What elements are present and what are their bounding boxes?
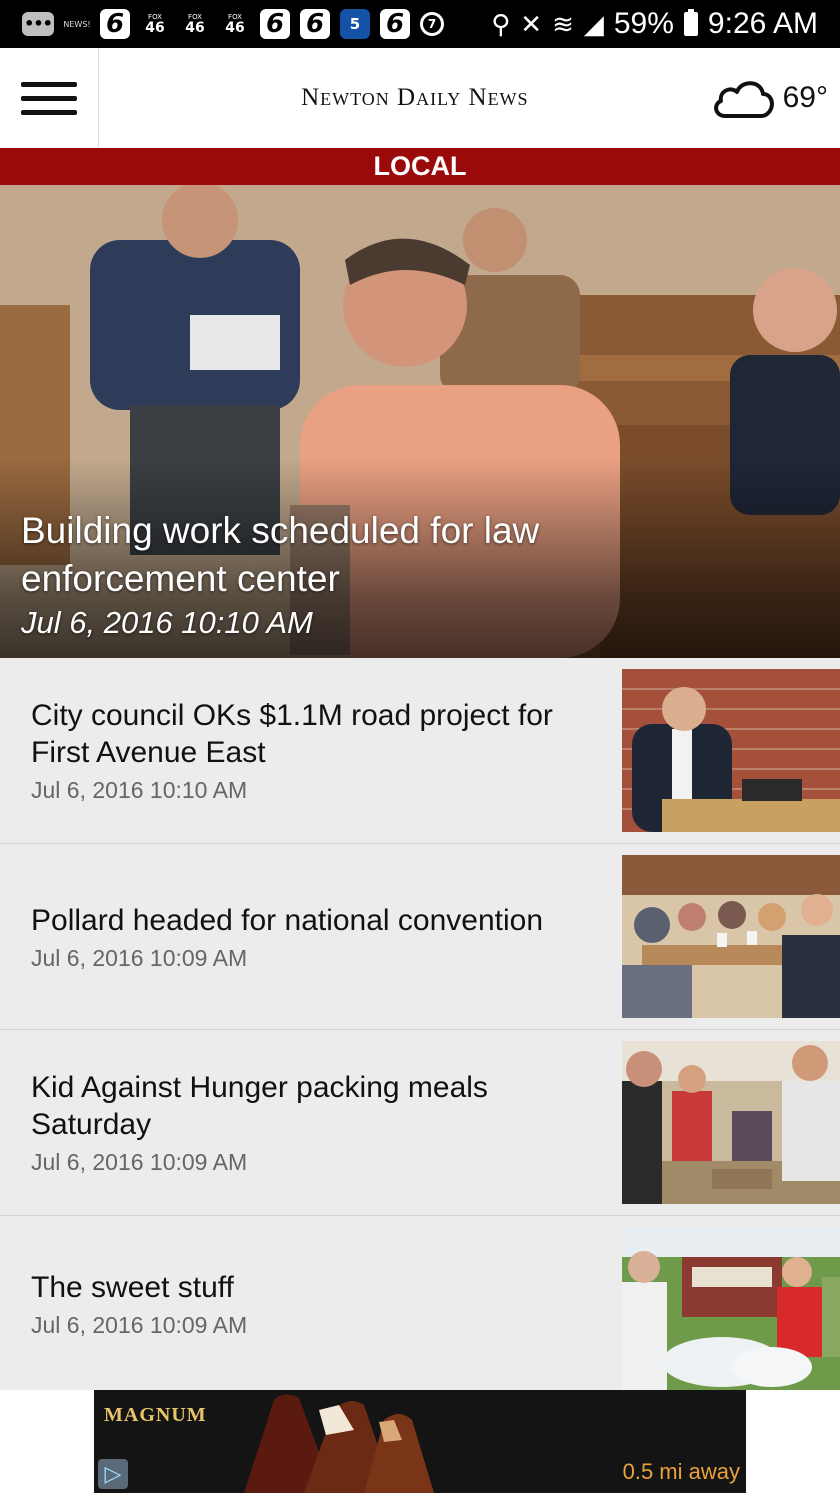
article-date: Jul 6, 2016 10:10 AM bbox=[31, 777, 248, 803]
list-item-text: Pollard headed for national convention J… bbox=[31, 844, 601, 1029]
news-list: City council OKs $1.1M road project for … bbox=[0, 658, 840, 1392]
cloud-icon bbox=[713, 81, 774, 118]
list-item-text: City council OKs $1.1M road project for … bbox=[31, 658, 601, 843]
hero-story[interactable]: Building work scheduled for law enforcem… bbox=[0, 185, 840, 658]
fox-number: 46 bbox=[145, 20, 165, 36]
list-item[interactable]: The sweet stuff Jul 6, 2016 10:09 AM bbox=[0, 1216, 840, 1392]
ad-distance: 0.5 mi away bbox=[622, 1459, 740, 1484]
article-headline[interactable]: City council OKs $1.1M road project for … bbox=[31, 697, 601, 771]
section-title: LOCAL bbox=[0, 148, 840, 185]
clock: 9:26 AM bbox=[707, 7, 818, 40]
fox-46-icon: FOX 46 bbox=[180, 13, 210, 35]
list-item-text: The sweet stuff Jul 6, 2016 10:09 AM bbox=[31, 1216, 601, 1392]
article-headline[interactable]: Pollard headed for national convention bbox=[31, 902, 601, 939]
ad-container: MAGNUM 0.5 mi away ▷ bbox=[0, 1390, 840, 1493]
system-status: ⚲ ✕ ≋ ◢ 59% 9:26 AM bbox=[491, 7, 840, 41]
article-headline[interactable]: Kid Against Hunger packing meals Saturda… bbox=[31, 1069, 601, 1143]
article-thumbnail[interactable] bbox=[622, 1041, 840, 1204]
hero-headline[interactable]: Building work scheduled for law enforcem… bbox=[21, 507, 641, 603]
fox-number: 46 bbox=[185, 20, 205, 36]
channel-6-icon: 6 bbox=[300, 9, 330, 39]
fox-46-icon: FOX 46 bbox=[140, 13, 170, 35]
nbc-5-icon: 5 bbox=[340, 9, 370, 39]
mute-icon: ✕ bbox=[520, 8, 543, 39]
channel-6-icon: 6 bbox=[100, 9, 130, 39]
fox-46-icon: FOX 46 bbox=[220, 13, 250, 35]
list-item-text: Kid Against Hunger packing meals Saturda… bbox=[31, 1030, 601, 1215]
list-item[interactable]: Kid Against Hunger packing meals Saturda… bbox=[0, 1030, 840, 1216]
list-item[interactable]: Pollard headed for national convention J… bbox=[0, 844, 840, 1030]
hero-date: Jul 6, 2016 10:10 AM bbox=[21, 605, 313, 640]
channel-6-icon: 6 bbox=[260, 9, 290, 39]
article-thumbnail[interactable] bbox=[622, 1227, 840, 1390]
location-icon: ⚲ bbox=[491, 8, 511, 39]
battery-icon bbox=[683, 9, 698, 36]
temperature: 69° bbox=[782, 81, 828, 114]
ad-choices-icon[interactable]: ▷ bbox=[98, 1459, 128, 1489]
signal-icon: ◢ bbox=[583, 8, 604, 39]
battery-percentage: 59% bbox=[613, 7, 674, 40]
circle-7-icon: 7 bbox=[420, 12, 444, 36]
hamburger-menu-icon[interactable] bbox=[0, 48, 99, 148]
fox-number: 46 bbox=[225, 20, 245, 36]
masthead: Newton Daily News bbox=[301, 84, 529, 111]
article-thumbnail[interactable] bbox=[622, 855, 840, 1018]
weather-widget[interactable]: 69° bbox=[711, 74, 840, 122]
chat-notification-icon: ••• bbox=[22, 12, 54, 36]
article-date: Jul 6, 2016 10:09 AM bbox=[31, 944, 248, 971]
article-date: Jul 6, 2016 10:09 AM bbox=[31, 1149, 248, 1175]
article-thumbnail[interactable] bbox=[622, 669, 840, 832]
list-item[interactable]: City council OKs $1.1M road project for … bbox=[0, 658, 840, 844]
notification-icons: ••• NEWS! 6 FOX 46 FOX 46 FOX 46 6 6 5 6 7 bbox=[0, 9, 444, 39]
ad-banner[interactable]: MAGNUM 0.5 mi away ▷ bbox=[94, 1390, 746, 1493]
channel-6-icon: 6 bbox=[380, 9, 410, 39]
app-header: Newton Daily News 69° bbox=[0, 48, 840, 148]
status-bar: ••• NEWS! 6 FOX 46 FOX 46 FOX 46 6 6 5 6 7 … bbox=[0, 0, 840, 48]
news-notification-icon: NEWS! bbox=[63, 19, 91, 29]
article-date: Jul 6, 2016 10:09 AM bbox=[31, 1312, 248, 1338]
article-headline[interactable]: The sweet stuff bbox=[31, 1269, 601, 1306]
ad-brand: MAGNUM bbox=[104, 1404, 207, 1426]
wifi-icon: ≋ bbox=[552, 8, 574, 39]
